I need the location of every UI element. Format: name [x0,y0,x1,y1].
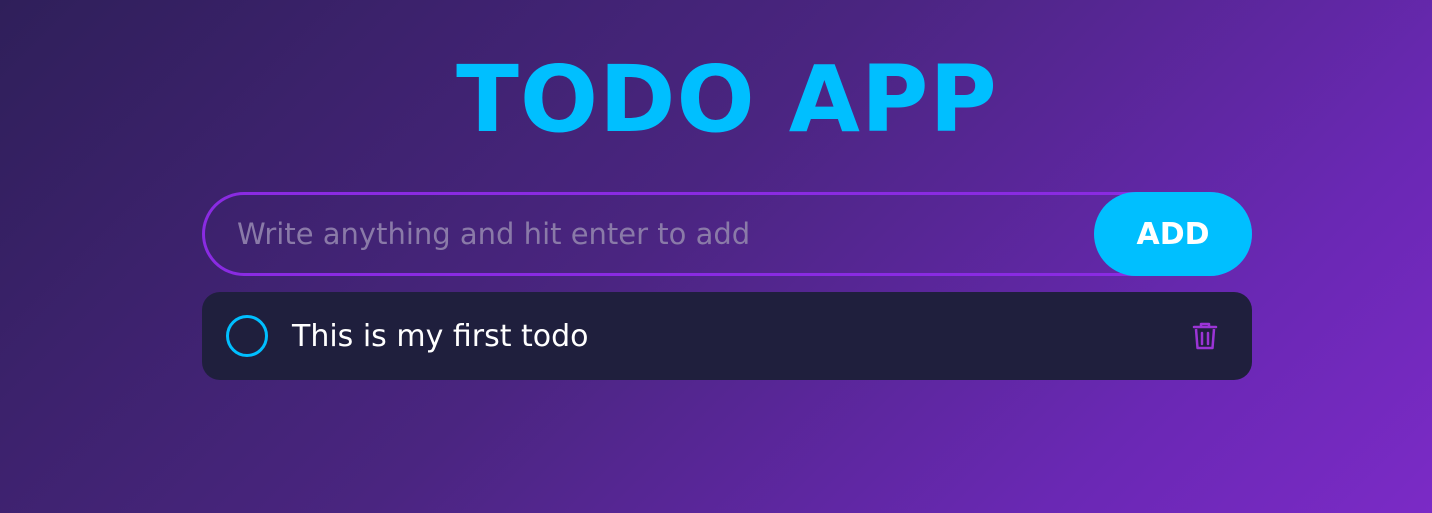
complete-toggle-icon[interactable] [226,315,268,357]
todo-list: This is my first todo [202,292,1252,380]
todo-item: This is my first todo [202,292,1252,380]
add-button[interactable]: ADD [1094,192,1252,276]
todo-form: ADD [202,192,1252,276]
trash-icon [1192,322,1218,350]
app-title: TODO APP [456,46,998,153]
todo-text: This is my first todo [292,318,589,354]
delete-button[interactable] [1188,319,1222,353]
